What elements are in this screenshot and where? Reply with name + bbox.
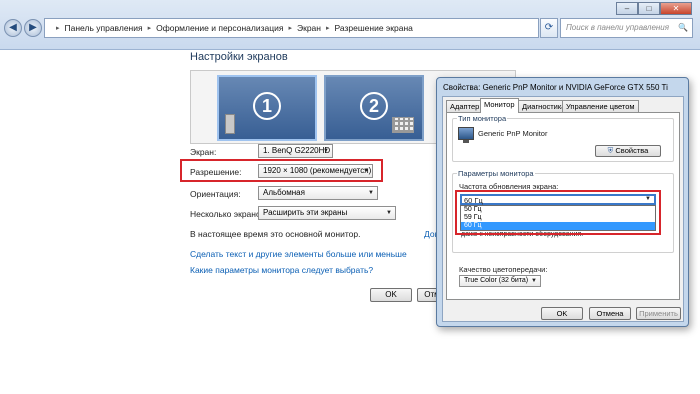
breadcrumb-item[interactable]: Разрешение экрана <box>334 23 412 33</box>
window-controls: – □ ✕ <box>616 2 692 15</box>
chevron-right-icon: ▸ <box>288 25 292 32</box>
screen-select[interactable]: 1. BenQ G2220HD ▼ <box>258 144 333 158</box>
orientation-value: Альбомная <box>263 188 305 197</box>
breadcrumb-item[interactable]: Оформление и персонализация <box>156 23 283 33</box>
chevron-down-icon: ▼ <box>323 148 329 154</box>
resolution-label: Разрешение: <box>190 167 242 177</box>
shield-icon: ⛨ <box>607 146 614 155</box>
dialog-cancel-button[interactable]: Отмена <box>589 307 631 320</box>
monitor-tab-panel: Тип монитора Generic PnP Monitor ⛨ Свойс… <box>446 112 680 300</box>
dialog-body: Адаптер Монитор Диагностика Управление ц… <box>442 96 684 322</box>
color-quality-select[interactable]: True Color (32 бита) ▼ <box>459 275 541 287</box>
minimize-button[interactable]: – <box>616 2 638 15</box>
color-quality-value: True Color (32 бита) <box>464 277 529 284</box>
page-title: Настройки экранов <box>190 51 288 63</box>
monitor-params-label: Параметры монитора <box>457 169 535 178</box>
breadcrumb[interactable]: ▸ Панель управления ▸ Оформление и персо… <box>44 18 539 38</box>
orientation-label: Ориентация: <box>190 189 241 199</box>
breadcrumb-item[interactable]: Экран <box>297 23 321 33</box>
chevron-down-icon: ▼ <box>363 168 369 174</box>
search-placeholder: Поиск в панели управления <box>566 23 670 32</box>
search-input[interactable]: Поиск в панели управления 🔍 <box>560 18 693 38</box>
chevron-down-icon: ▼ <box>368 190 374 196</box>
multiple-displays-select[interactable]: Расширить эти экраны ▼ <box>258 206 396 220</box>
explorer-header: – □ ✕ ◀ ▶ ▸ Панель управления ▸ Оформлен… <box>0 0 700 50</box>
text-size-link[interactable]: Сделать текст и другие элементы больше и… <box>190 249 407 259</box>
dialog-ok-button[interactable]: OK <box>541 307 583 320</box>
monitor-type-label: Тип монитора <box>457 114 508 123</box>
orientation-select[interactable]: Альбомная ▼ <box>258 186 378 200</box>
monitor-icon <box>458 127 474 143</box>
tab-color-management[interactable]: Управление цветом <box>562 100 639 112</box>
chevron-right-icon: ▸ <box>325 25 330 32</box>
computer-tower-icon <box>225 114 235 134</box>
monitor-number: 2 <box>360 92 388 120</box>
properties-button[interactable]: ⛨ Свойства <box>595 145 661 157</box>
refresh-button[interactable]: ⟳ <box>540 18 558 38</box>
back-button[interactable]: ◀ <box>4 19 22 37</box>
dialog-title: Свойства: Generic PnP Monitor и NVIDIA G… <box>443 83 668 92</box>
maximize-button[interactable]: □ <box>638 2 660 15</box>
chevron-down-icon: ▼ <box>531 278 537 284</box>
properties-button-label: Свойства <box>615 146 649 155</box>
monitor-2-tile[interactable]: 2 <box>324 75 424 141</box>
chevron-right-icon: ▸ <box>147 25 152 32</box>
color-quality-label: Качество цветопередачи: <box>459 265 548 274</box>
dialog-apply-button[interactable]: Применить <box>636 307 681 320</box>
monitor-help-link[interactable]: Какие параметры монитора следует выбрать… <box>190 265 373 275</box>
monitor-properties-dialog: Свойства: Generic PnP Monitor и NVIDIA G… <box>436 77 689 327</box>
monitor-1-tile[interactable]: 1 <box>217 75 317 141</box>
multiple-displays-value: Расширить эти экраны <box>263 208 348 217</box>
primary-monitor-text: В настоящее время это основной монитор. <box>190 229 361 239</box>
resolution-value: 1920 × 1080 (рекомендуется) <box>263 166 372 175</box>
highlight-refresh-rate <box>455 190 661 235</box>
close-button[interactable]: ✕ <box>660 2 692 15</box>
forward-button[interactable]: ▶ <box>24 19 42 37</box>
chevron-down-icon: ▼ <box>386 210 392 216</box>
resolution-select[interactable]: 1920 × 1080 (рекомендуется) ▼ <box>258 164 373 178</box>
search-icon: 🔍 <box>678 23 688 32</box>
ok-button[interactable]: OK <box>370 288 412 302</box>
monitor-name: Generic PnP Monitor <box>478 129 548 138</box>
chevron-right-icon: ▸ <box>56 25 60 32</box>
tab-monitor[interactable]: Монитор <box>480 98 519 113</box>
tab-adapter[interactable]: Адаптер <box>446 100 484 112</box>
monitor-number: 1 <box>253 92 281 120</box>
multiple-displays-label: Несколько экранов: <box>190 209 268 219</box>
screen-value: 1. BenQ G2220HD <box>263 146 331 155</box>
keyboard-icon <box>392 117 414 133</box>
screen-label: Экран: <box>190 147 217 157</box>
breadcrumb-item[interactable]: Панель управления <box>65 23 143 33</box>
